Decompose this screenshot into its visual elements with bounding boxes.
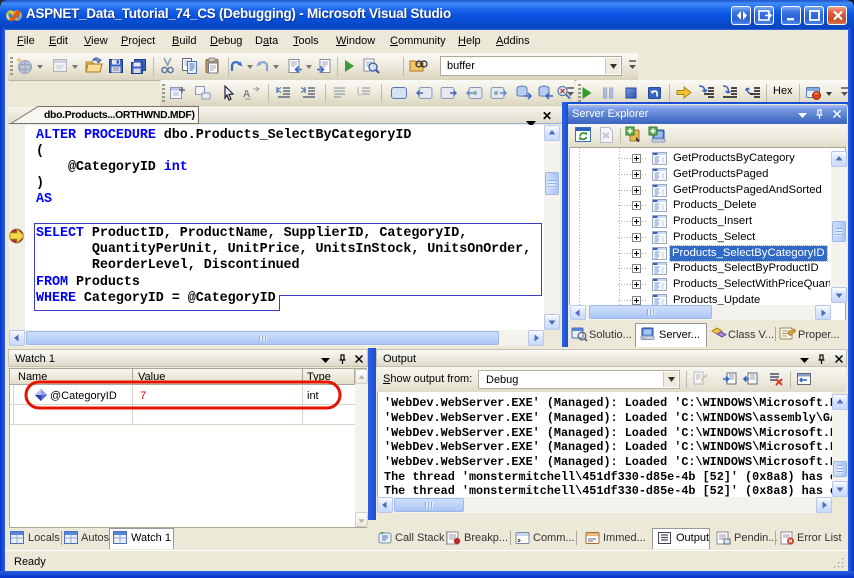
svg-text:A: A (243, 89, 250, 100)
